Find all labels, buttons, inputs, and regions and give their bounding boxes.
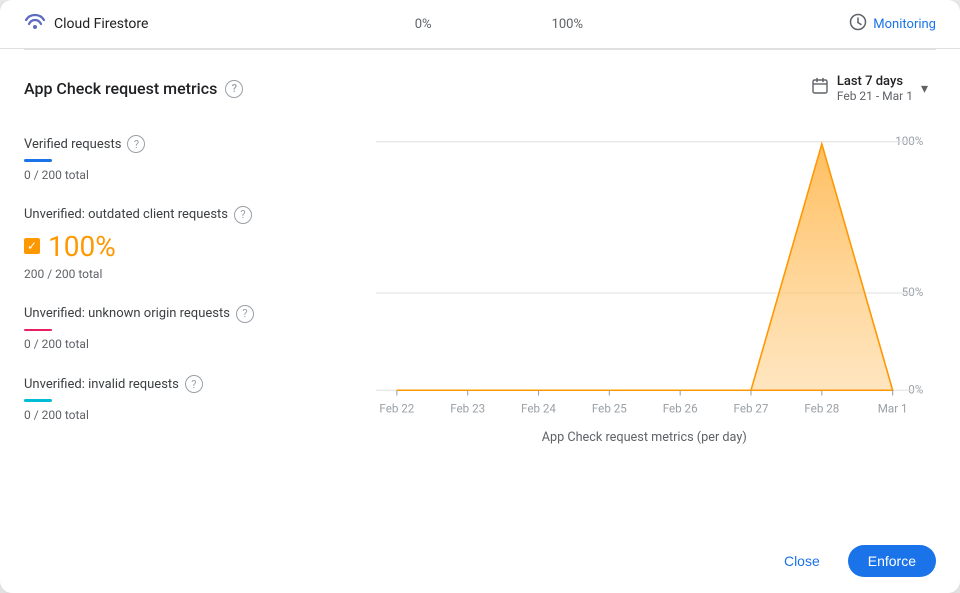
svg-text:Feb 22: Feb 22 (379, 401, 414, 415)
firestore-icon (24, 12, 46, 36)
invalid-total: 0 / 200 total (24, 408, 344, 422)
chart-area-outdated (397, 144, 893, 390)
progress-100: 100% (552, 17, 583, 32)
date-range-text: Last 7 days Feb 21 - Mar 1 (837, 74, 913, 103)
metrics-header: App Check request metrics ? Last 7 days … (24, 70, 936, 107)
svg-text:Feb 28: Feb 28 (804, 401, 839, 415)
outdated-help-icon[interactable]: ? (234, 206, 252, 224)
main-content: App Check request metrics ? Last 7 days … (0, 50, 960, 529)
verified-total: 0 / 200 total (24, 168, 344, 182)
main-dialog: Cloud Firestore 0% 100% Monitoring App C… (0, 0, 960, 593)
chart-container: 100% 50% 0% (344, 123, 936, 463)
metric-item-outdated: Unverified: outdated client requests ? ✓… (24, 194, 344, 293)
outdated-total: 200 / 200 total (24, 267, 344, 281)
metric-name-outdated: Unverified: outdated client requests ? (24, 206, 344, 224)
service-section: Cloud Firestore (24, 12, 148, 36)
checkmark-icon: ✓ (27, 240, 37, 252)
calendar-icon (811, 77, 829, 100)
metric-item-invalid: Unverified: invalid requests ? 0 / 200 t… (24, 363, 344, 434)
svg-text:100%: 100% (895, 134, 923, 148)
metrics-title-text: App Check request metrics (24, 79, 217, 98)
metrics-list: Verified requests ? 0 / 200 total Unveri… (24, 123, 344, 463)
metric-item-unknown: Unverified: unknown origin requests ? 0 … (24, 293, 344, 364)
metric-name-verified: Verified requests ? (24, 135, 344, 153)
date-range-picker[interactable]: Last 7 days Feb 21 - Mar 1 ▾ (803, 70, 936, 107)
svg-text:Feb 27: Feb 27 (734, 401, 769, 415)
metrics-title-group: App Check request metrics ? (24, 79, 243, 98)
outdated-big-value: ✓ 100% (24, 230, 344, 263)
bottom-bar: Close Enforce (0, 529, 960, 593)
progress-0: 0% (415, 17, 432, 32)
verified-line (24, 159, 52, 162)
svg-text:Feb 23: Feb 23 (450, 401, 485, 415)
svg-text:Feb 26: Feb 26 (663, 401, 698, 415)
svg-text:Mar 1: Mar 1 (878, 401, 908, 415)
clock-icon (849, 13, 867, 35)
verified-help-icon[interactable]: ? (127, 135, 145, 153)
close-button[interactable]: Close (768, 545, 836, 577)
help-icon[interactable]: ? (225, 80, 243, 98)
metric-name-invalid: Unverified: invalid requests ? (24, 375, 344, 393)
unknown-help-icon[interactable]: ? (236, 305, 254, 323)
chart-svg: 100% 50% 0% (344, 123, 936, 463)
enforce-button[interactable]: Enforce (848, 545, 936, 577)
monitoring-label: Monitoring (873, 17, 936, 32)
svg-text:50%: 50% (902, 285, 924, 299)
progress-section: 0% 100% (148, 17, 849, 32)
outdated-checkbox: ✓ (24, 238, 40, 254)
top-bar: Cloud Firestore 0% 100% Monitoring (0, 0, 960, 49)
chevron-down-icon: ▾ (921, 81, 928, 97)
unknown-line (24, 329, 52, 332)
unknown-total: 0 / 200 total (24, 337, 344, 351)
metric-name-unknown: Unverified: unknown origin requests ? (24, 305, 344, 323)
svg-text:App Check request metrics (per: App Check request metrics (per day) (542, 430, 747, 445)
date-range-sub: Feb 21 - Mar 1 (837, 89, 913, 103)
metrics-body: Verified requests ? 0 / 200 total Unveri… (24, 123, 936, 463)
invalid-help-icon[interactable]: ? (185, 375, 203, 393)
date-range-label: Last 7 days (837, 74, 913, 89)
svg-text:Feb 25: Feb 25 (592, 401, 627, 415)
invalid-line (24, 399, 52, 402)
service-name: Cloud Firestore (54, 16, 148, 32)
svg-text:0%: 0% (908, 382, 923, 396)
metric-item-verified: Verified requests ? 0 / 200 total (24, 123, 344, 194)
monitoring-link[interactable]: Monitoring (849, 13, 936, 35)
outdated-percent: 100% (48, 230, 116, 263)
svg-text:Feb 24: Feb 24 (521, 401, 556, 415)
